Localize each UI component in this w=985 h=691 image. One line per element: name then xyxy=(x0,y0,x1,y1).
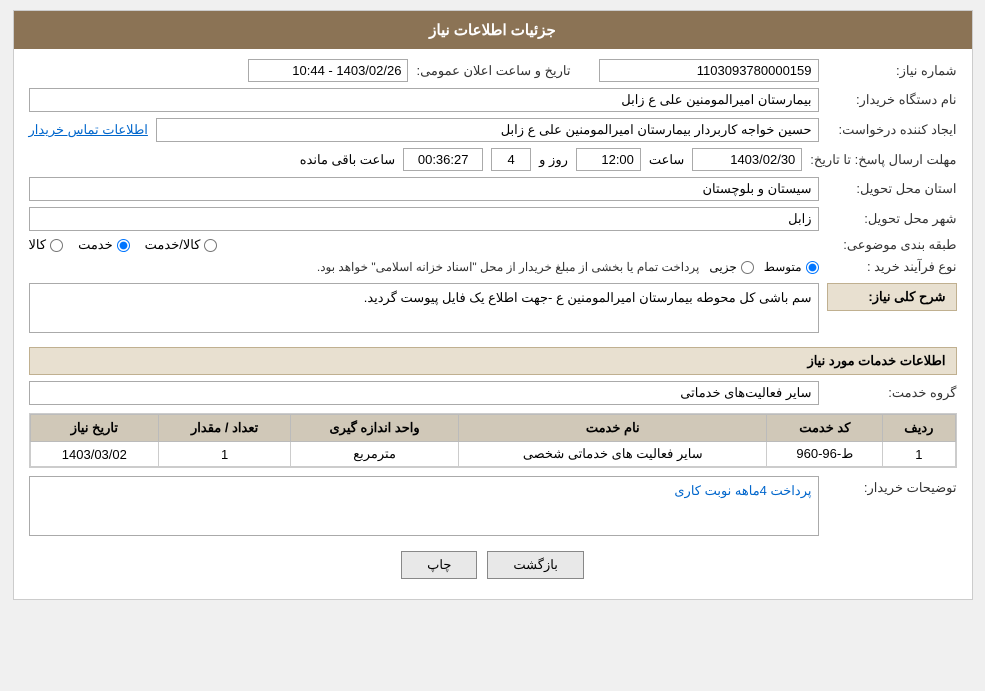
creator-value: حسین خواجه کاربردار بیمارستان امیرالمومن… xyxy=(156,118,819,142)
deadline-days-label: روز و xyxy=(539,152,568,168)
process-label-motavasset: متوسط xyxy=(764,260,802,274)
deadline-days: 4 xyxy=(491,148,531,171)
category-option-kala-khedmat[interactable]: کالا/خدمت xyxy=(145,237,218,253)
buyer-station-row: نام دستگاه خریدار: بیمارستان امیرالمومنی… xyxy=(29,88,957,112)
request-number-row: شماره نیاز: 1103093780000159 تاریخ و ساع… xyxy=(29,59,957,82)
description-section: شرح کلی نیاز: سم باشی کل محوطه بیمارستان… xyxy=(29,283,957,339)
deadline-remaining-label: ساعت باقی مانده xyxy=(300,152,395,168)
category-option-khedmat[interactable]: خدمت xyxy=(78,237,130,253)
description-value: سم باشی کل محوطه بیمارستان امیرالمومنین … xyxy=(29,283,819,333)
cell-unit: مترمربع xyxy=(291,442,459,467)
deadline-date: 1403/02/30 xyxy=(692,148,802,171)
buyer-desc-section: توضیحات خریدار: پرداخت 4ماهه نوبت کاری xyxy=(29,476,957,536)
table-header-row: ردیف کد خدمت نام خدمت واحد اندازه گیری ت… xyxy=(30,415,955,442)
group-service-value: سایر فعالیت‌های خدماتی xyxy=(29,381,819,405)
services-table: ردیف کد خدمت نام خدمت واحد اندازه گیری ت… xyxy=(30,414,956,467)
province-row: استان محل تحویل: سیستان و بلوچستان xyxy=(29,177,957,201)
request-number-label: شماره نیاز: xyxy=(827,63,957,79)
category-radio-kala[interactable] xyxy=(50,239,63,252)
process-note: پرداخت تمام یا بخشی از مبلغ خریدار از مح… xyxy=(317,260,700,274)
cell-service-code: ط-96-960 xyxy=(767,442,883,467)
creator-row: ایجاد کننده درخواست: حسین خواجه کاربردار… xyxy=(29,118,957,142)
services-table-container: ردیف کد خدمت نام خدمت واحد اندازه گیری ت… xyxy=(29,413,957,468)
col-date: تاریخ نیاز xyxy=(30,415,159,442)
deadline-time: 12:00 xyxy=(576,148,641,171)
announcement-label: تاریخ و ساعت اعلان عمومی: xyxy=(416,63,570,79)
process-label: نوع فرآیند خرید : xyxy=(827,259,957,275)
category-label-khedmat: خدمت xyxy=(78,237,113,253)
cell-quantity: 1 xyxy=(159,442,291,467)
buyer-station-label: نام دستگاه خریدار: xyxy=(827,92,957,108)
group-service-row: گروه خدمت: سایر فعالیت‌های خدماتی xyxy=(29,381,957,405)
category-option-kala[interactable]: کالا xyxy=(29,237,64,253)
buyer-desc-label: توضیحات خریدار: xyxy=(827,480,957,496)
process-radio-jozi[interactable] xyxy=(741,261,754,274)
province-label: استان محل تحویل: xyxy=(827,181,957,197)
description-section-title: شرح کلی نیاز: xyxy=(827,283,957,311)
back-button[interactable]: بازگشت xyxy=(487,551,583,579)
category-label-kala: کالا xyxy=(29,237,47,253)
category-radio-khedmat[interactable] xyxy=(117,239,130,252)
process-label-jozi: جزیی xyxy=(709,260,736,274)
deadline-row: مهلت ارسال پاسخ: تا تاریخ: 1403/02/30 سا… xyxy=(29,148,957,171)
category-label-kala-khedmat: کالا/خدمت xyxy=(145,237,201,253)
page-container: جزئیات اطلاعات نیاز شماره نیاز: 11030937… xyxy=(13,10,973,600)
col-unit: واحد اندازه گیری xyxy=(291,415,459,442)
col-service-name: نام خدمت xyxy=(459,415,767,442)
city-label: شهر محل تحویل: xyxy=(827,211,957,227)
main-content: شماره نیاز: 1103093780000159 تاریخ و ساع… xyxy=(14,49,972,599)
table-row: 1 ط-96-960 سایر فعالیت های خدماتی شخصی م… xyxy=(30,442,955,467)
deadline-label: مهلت ارسال پاسخ: تا تاریخ: xyxy=(810,152,956,168)
process-radio-motavasset[interactable] xyxy=(806,261,819,274)
page-title: جزئیات اطلاعات نیاز xyxy=(429,22,556,39)
creator-label: ایجاد کننده درخواست: xyxy=(827,122,957,138)
buyer-desc-text: پرداخت 4ماهه نوبت کاری xyxy=(674,483,811,498)
cell-service-name: سایر فعالیت های خدماتی شخصی xyxy=(459,442,767,467)
cell-row-num: 1 xyxy=(883,442,955,467)
deadline-remaining: 00:36:27 xyxy=(403,148,483,171)
process-option-jozi[interactable]: جزیی xyxy=(709,260,753,274)
contact-link[interactable]: اطلاعات تماس خریدار xyxy=(29,122,148,138)
request-number-value: 1103093780000159 xyxy=(599,59,819,82)
buyer-station-value: بیمارستان امیرالمومنین علی ع زابل xyxy=(29,88,819,112)
deadline-time-label: ساعت xyxy=(649,152,684,168)
city-value: زابل xyxy=(29,207,819,231)
category-radio-group: کالا/خدمت خدمت کالا xyxy=(29,237,819,253)
category-label: طبقه بندی موضوعی: xyxy=(827,237,957,253)
announcement-value: 1403/02/26 - 10:44 xyxy=(248,59,408,82)
category-row: طبقه بندی موضوعی: کالا/خدمت خدمت کالا xyxy=(29,237,957,253)
col-quantity: تعداد / مقدار xyxy=(159,415,291,442)
province-value: سیستان و بلوچستان xyxy=(29,177,819,201)
group-service-label: گروه خدمت: xyxy=(827,385,957,401)
process-row: نوع فرآیند خرید : متوسط جزیی پرداخت تمام… xyxy=(29,259,957,275)
process-options-container: متوسط جزیی پرداخت تمام یا بخشی از مبلغ خ… xyxy=(29,260,819,274)
cell-date: 1403/03/02 xyxy=(30,442,159,467)
buyer-desc-value: پرداخت 4ماهه نوبت کاری xyxy=(29,476,819,536)
page-header: جزئیات اطلاعات نیاز xyxy=(14,11,972,49)
city-row: شهر محل تحویل: زابل xyxy=(29,207,957,231)
services-section-title: اطلاعات خدمات مورد نیاز xyxy=(29,347,957,375)
process-option-motavasset[interactable]: متوسط xyxy=(764,260,819,274)
buttons-row: بازگشت چاپ xyxy=(29,551,957,579)
col-service-code: کد خدمت xyxy=(767,415,883,442)
category-radio-kala-khedmat[interactable] xyxy=(204,239,217,252)
print-button[interactable]: چاپ xyxy=(401,551,477,579)
col-row-num: ردیف xyxy=(883,415,955,442)
